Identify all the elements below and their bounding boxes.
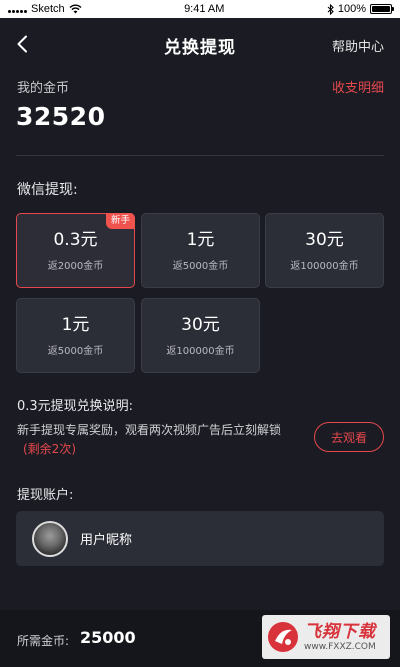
user-nickname: 用户昵称 [80, 533, 133, 548]
option-price: 0.3元 [53, 230, 98, 250]
withdraw-option-1[interactable]: 1元 返5000金币 [141, 213, 260, 288]
explain-body: 新手提现专属奖励，观看两次视频广告后立刻解锁 [17, 423, 282, 437]
bottom-bar: 所需金币: 25000 飞翔下载 www.FXXZ.COM [0, 610, 400, 667]
option-coins: 返5000金币 [47, 346, 104, 357]
withdraw-page: Sketch 9:41 AM 100% 兑换提现 帮助中心 我的金币 收支明细 [0, 0, 400, 667]
required-coins-label: 所需金币: [17, 634, 70, 648]
explain-text: 新手提现专属奖励，观看两次视频广告后立刻解锁 (剩余2次) [17, 421, 297, 459]
new-user-badge: 新手 [105, 213, 135, 229]
status-time: 9:41 AM [184, 3, 225, 15]
page-title: 兑换提现 [164, 38, 236, 58]
avatar [32, 520, 68, 557]
remaining-count: (剩余2次) [23, 442, 76, 456]
my-coins-label: 我的金币 [17, 81, 70, 96]
option-price: 30元 [305, 230, 344, 250]
option-coins: 返2000金币 [47, 261, 104, 272]
income-detail-link[interactable]: 收支明细 [332, 77, 384, 96]
watermark: 飞翔下载 www.FXXZ.COM [262, 615, 390, 659]
nav-bar: 兑换提现 帮助中心 [0, 18, 400, 73]
wifi-icon [69, 4, 82, 14]
withdraw-option-0-3[interactable]: 新手 0.3元 返2000金币 [16, 213, 135, 288]
divider [16, 155, 384, 156]
account-title: 提现账户: [17, 488, 74, 503]
withdraw-option-30[interactable]: 30元 返100000金币 [265, 213, 384, 288]
coin-balance: 32520 [16, 102, 106, 131]
help-center-link[interactable]: 帮助中心 [332, 36, 384, 55]
required-coins-value: 25000 [80, 628, 136, 647]
carrier-label: Sketch [31, 3, 65, 15]
watermark-url: www.FXXZ.COM [304, 641, 376, 652]
chevron-left-icon [17, 35, 27, 53]
status-bar: Sketch 9:41 AM 100% [0, 0, 400, 18]
battery-icon [369, 4, 394, 14]
signal-icon [8, 5, 27, 13]
battery-percent: 100% [337, 3, 366, 15]
watch-video-button[interactable]: 去观看 [314, 422, 384, 452]
watermark-title: 飞翔下载 [304, 621, 376, 642]
watermark-logo-icon [268, 622, 298, 652]
withdraw-option-30-b[interactable]: 30元 返100000金币 [141, 298, 260, 373]
option-coins: 返100000金币 [290, 261, 359, 272]
back-button[interactable] [10, 30, 34, 58]
withdraw-option-1-b[interactable]: 1元 返5000金币 [16, 298, 135, 373]
watermark-text: 飞翔下载 www.FXXZ.COM [304, 622, 376, 653]
account-card[interactable]: 用户昵称 [16, 511, 384, 566]
bluetooth-icon [327, 3, 334, 15]
wechat-withdraw-title: 微信提现: [17, 182, 78, 198]
option-price: 1元 [186, 230, 215, 250]
option-coins: 返5000金币 [172, 261, 229, 272]
option-price: 30元 [181, 315, 220, 335]
option-price: 1元 [61, 315, 90, 335]
explain-title: 0.3元提现兑换说明: [17, 399, 134, 414]
option-coins: 返100000金币 [166, 346, 235, 357]
status-left: Sketch [8, 3, 82, 15]
status-right: 100% [327, 3, 394, 15]
